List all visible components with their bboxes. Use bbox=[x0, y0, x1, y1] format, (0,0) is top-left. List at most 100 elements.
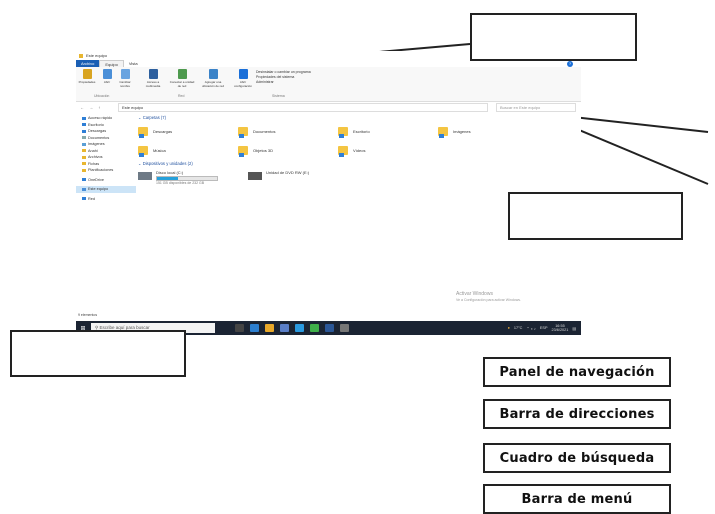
drive-item[interactable]: Unidad de DVD RW (E:) bbox=[248, 170, 309, 186]
tab-computer[interactable]: Equipo bbox=[99, 60, 124, 67]
drive-name: Disco local (C:) bbox=[156, 170, 184, 175]
folder-item[interactable]: Objetos 3D bbox=[238, 143, 338, 157]
folder-item[interactable]: Música bbox=[138, 143, 238, 157]
nav-arrows-icon[interactable]: ← → ↑ bbox=[80, 105, 102, 110]
cloud-icon bbox=[82, 178, 86, 182]
weather-temp: 17°C bbox=[513, 326, 523, 330]
ribbon: Propiedades Abrir Cambiar nombre Acceso … bbox=[76, 67, 581, 102]
drive-item[interactable]: Disco local (C:) 151 GB disponibles de 2… bbox=[138, 170, 218, 186]
open-icon bbox=[102, 69, 112, 79]
callout-box-address-bar bbox=[508, 192, 683, 240]
system-tray: ● 17°C ⌃ ◖ ♪ ESP 16:55 23/6/2021 ▤ bbox=[508, 321, 576, 335]
callout-box-menu-bar bbox=[470, 13, 637, 61]
clock[interactable]: 16:55 23/6/2021 bbox=[552, 324, 569, 332]
explorer-icon[interactable] bbox=[265, 324, 274, 332]
folder-icon bbox=[82, 149, 86, 153]
drives-header[interactable]: ⌄ Dispositivos y unidades (2) bbox=[138, 161, 578, 167]
media-access-button[interactable]: Acceso a multimedia bbox=[140, 69, 166, 88]
3d-objects-folder-icon bbox=[238, 145, 248, 157]
clock-date: 23/6/2021 bbox=[551, 328, 569, 332]
address-row: ← → ↑ Este equipo Buscar en Este equipo bbox=[76, 102, 581, 112]
nav-item-this-pc[interactable]: Este equipo bbox=[76, 186, 136, 193]
downloads-folder-icon bbox=[138, 126, 148, 138]
folder-icon bbox=[82, 155, 86, 159]
activation-watermark: Activar Windows Ve a Configuración para … bbox=[456, 291, 521, 303]
window-title: Este equipo bbox=[86, 53, 108, 58]
tab-file[interactable]: Archivo bbox=[76, 60, 100, 67]
search-placeholder: Buscar en Este equipo bbox=[500, 105, 541, 110]
folder-item[interactable]: Documentos bbox=[238, 124, 338, 138]
drive-space: 151 GB disponibles de 232 GB bbox=[156, 181, 205, 185]
folders-header[interactable]: ⌄ Carpetas (7) bbox=[138, 115, 578, 121]
folders-grid: Descargas Documentos Escritorio Imágenes… bbox=[138, 124, 578, 157]
task-view-icon[interactable] bbox=[235, 324, 244, 332]
map-drive-button[interactable]: Conectar a unidad de red bbox=[168, 69, 196, 88]
download-icon bbox=[82, 129, 86, 133]
address-path: Este equipo bbox=[122, 105, 144, 110]
address-bar[interactable]: Este equipo bbox=[118, 103, 488, 112]
document-icon bbox=[82, 136, 86, 140]
properties-icon bbox=[82, 69, 92, 79]
rename-button[interactable]: Cambiar nombre bbox=[116, 69, 134, 88]
folder-icon bbox=[82, 162, 86, 166]
videos-folder-icon bbox=[338, 145, 348, 157]
status-bar: 9 elementos bbox=[78, 313, 98, 317]
legend-search-box: Cuadro de búsqueda bbox=[483, 443, 671, 473]
group-location-label: Ubicación bbox=[94, 94, 110, 98]
legend-navigation-pane: Panel de navegación bbox=[483, 357, 671, 387]
folder-icon bbox=[82, 168, 86, 172]
folder-item[interactable]: Imágenes bbox=[438, 124, 538, 138]
folder-icon bbox=[79, 53, 83, 58]
menu-bar: Archivo Equipo Vista bbox=[76, 60, 143, 67]
store-icon[interactable] bbox=[280, 324, 289, 332]
navigation-pane: Acceso rápido Escritorio Descargas Docum… bbox=[76, 115, 136, 305]
drives-list: Disco local (C:) 151 GB disponibles de 2… bbox=[138, 170, 578, 186]
drive-name: Unidad de DVD RW (E:) bbox=[266, 170, 310, 175]
mail-icon[interactable] bbox=[295, 324, 304, 332]
manage-link[interactable]: Administrar bbox=[256, 80, 311, 85]
media-icon bbox=[148, 69, 158, 79]
search-box[interactable]: Buscar en Este equipo bbox=[496, 103, 576, 112]
open-button[interactable]: Abrir bbox=[98, 69, 116, 84]
tab-view[interactable]: Vista bbox=[124, 60, 143, 67]
drive-usage-bar bbox=[156, 176, 218, 181]
chrome-icon[interactable] bbox=[310, 324, 319, 332]
tray-icons[interactable]: ⌃ ◖ ♪ bbox=[526, 326, 535, 331]
file-explorer-window: Este equipo – ▢ ✕ Archivo Equipo Vista ?… bbox=[76, 51, 581, 321]
dvd-drive-icon bbox=[248, 172, 262, 180]
gear-icon bbox=[238, 69, 248, 79]
image-icon bbox=[82, 142, 86, 146]
documents-folder-icon bbox=[238, 126, 248, 138]
folder-item[interactable]: Descargas bbox=[138, 124, 238, 138]
folder-item[interactable]: Vídeos bbox=[338, 143, 438, 157]
legend-address-bar: Barra de direcciones bbox=[483, 399, 671, 429]
app-icon[interactable] bbox=[340, 324, 349, 332]
network-location-icon bbox=[208, 69, 218, 79]
notifications-icon[interactable]: ▤ bbox=[572, 326, 576, 331]
hard-drive-icon bbox=[138, 172, 152, 180]
nav-item-planificaciones[interactable]: Planificaciones bbox=[76, 167, 136, 174]
edge-icon[interactable] bbox=[250, 324, 259, 332]
drive-usage-fill bbox=[157, 177, 178, 180]
group-system-label: Sistema bbox=[272, 94, 285, 98]
language-indicator[interactable]: ESP bbox=[540, 326, 548, 330]
nav-item-onedrive[interactable]: OneDrive bbox=[76, 177, 136, 184]
callout-box-navigation-pane bbox=[10, 330, 186, 377]
rename-icon bbox=[120, 69, 130, 79]
desktop-folder-icon bbox=[338, 126, 348, 138]
folder-item[interactable]: Escritorio bbox=[338, 124, 438, 138]
star-icon bbox=[82, 116, 86, 120]
nav-item-network[interactable]: Red bbox=[76, 196, 136, 203]
add-network-location-button[interactable]: Agregar una ubicación de red bbox=[198, 69, 228, 88]
properties-button[interactable]: Propiedades bbox=[78, 69, 96, 84]
legend-menu-bar: Barra de menú bbox=[483, 484, 671, 514]
group-network-label: Red bbox=[178, 94, 185, 98]
weather-icon[interactable]: ● bbox=[508, 326, 510, 330]
word-icon[interactable] bbox=[325, 324, 334, 332]
watermark-subtitle: Ve a Configuración para activar Windows. bbox=[456, 298, 521, 302]
open-settings-button[interactable]: Abrir configuración bbox=[232, 69, 254, 88]
system-links: Desinstalar o cambiar un programa Propie… bbox=[256, 70, 311, 85]
network-drive-icon bbox=[177, 69, 187, 79]
desktop-icon bbox=[82, 123, 86, 127]
network-icon bbox=[82, 197, 86, 201]
